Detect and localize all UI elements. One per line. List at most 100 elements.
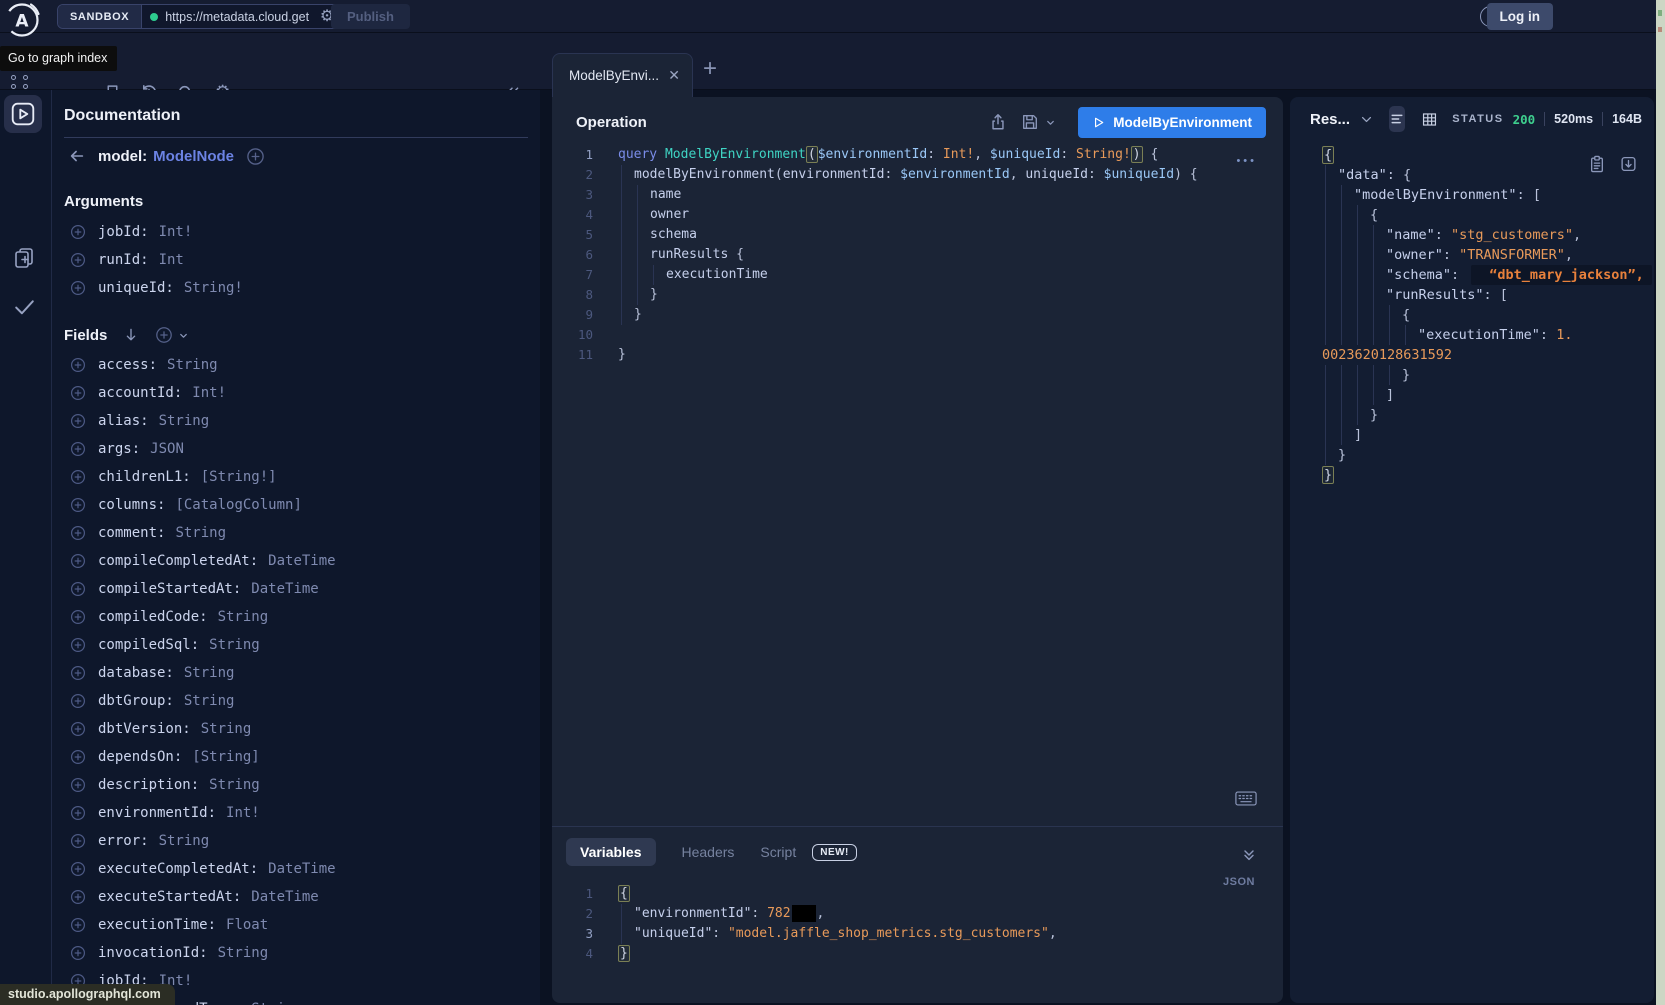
response-format-json-icon[interactable]: [1389, 106, 1405, 132]
field-name[interactable]: dbtVersion:: [98, 721, 191, 737]
field-type[interactable]: Int: [159, 252, 184, 268]
sidebar-item-checks[interactable]: [11, 293, 38, 320]
field-type[interactable]: Int!: [159, 224, 193, 240]
sidebar-item-schema[interactable]: [11, 245, 37, 271]
field-type[interactable]: String: [251, 1001, 302, 1005]
field-type[interactable]: Int!: [226, 805, 260, 821]
code-line[interactable]: 2"environmentId": 782,: [552, 904, 1283, 924]
field-name[interactable]: dependsOn:: [98, 749, 182, 765]
field-name[interactable]: executeStartedAt:: [98, 889, 241, 905]
add-field-icon[interactable]: [246, 147, 265, 166]
code-line[interactable]: {: [1290, 145, 1654, 165]
field-type[interactable]: String!: [184, 280, 243, 296]
doc-field-type-link[interactable]: ModelNode: [153, 148, 234, 165]
add-to-operation-icon[interactable]: [70, 945, 86, 961]
field-name[interactable]: compileCompletedAt:: [98, 553, 258, 569]
field-type[interactable]: String: [167, 357, 218, 373]
code-line[interactable]: ]: [1290, 385, 1654, 405]
field-name[interactable]: invocationId:: [98, 945, 208, 961]
run-operation-button[interactable]: ModelByEnvironment: [1078, 107, 1266, 138]
code-line[interactable]: 0023620128631592: [1290, 345, 1654, 365]
field-name[interactable]: runId:: [98, 252, 149, 268]
code-line[interactable]: "schema": “dbt_mary_jackson”,: [1290, 265, 1654, 285]
field-type[interactable]: DateTime: [268, 553, 335, 569]
code-line[interactable]: 5schema: [552, 225, 1283, 245]
add-to-operation-icon[interactable]: [70, 581, 86, 597]
add-to-operation-icon[interactable]: [70, 889, 86, 905]
field-type[interactable]: [String]: [192, 749, 259, 765]
add-to-operation-icon[interactable]: [70, 693, 86, 709]
field-name[interactable]: description:: [98, 777, 199, 793]
field-name[interactable]: childrenL1:: [98, 469, 191, 485]
add-to-operation-icon[interactable]: [70, 413, 86, 429]
graph-index-icon[interactable]: [11, 75, 31, 89]
code-line[interactable]: 11}: [552, 345, 1283, 365]
add-to-operation-icon[interactable]: [70, 280, 86, 296]
code-line[interactable]: }: [1290, 405, 1654, 425]
code-line[interactable]: 3name: [552, 185, 1283, 205]
add-all-fields-icon[interactable]: [155, 326, 189, 344]
code-line[interactable]: 7executionTime: [552, 265, 1283, 285]
code-line[interactable]: 1{: [552, 884, 1283, 904]
add-to-operation-icon[interactable]: [70, 224, 86, 240]
field-type[interactable]: String: [201, 721, 252, 737]
code-line[interactable]: {: [1290, 205, 1654, 225]
field-type[interactable]: [String!]: [201, 469, 277, 485]
add-to-operation-icon[interactable]: [70, 385, 86, 401]
code-line[interactable]: 10: [552, 325, 1283, 345]
field-type[interactable]: String: [218, 609, 269, 625]
field-type[interactable]: String: [159, 413, 210, 429]
response-json-viewer[interactable]: {"data": {"modelByEnvironment": [{"name"…: [1290, 145, 1654, 485]
response-dropdown-chevron-icon[interactable]: [1360, 113, 1373, 126]
publish-button[interactable]: Publish: [331, 4, 410, 29]
code-line[interactable]: 3"uniqueId": "model.jaffle_shop_metrics.…: [552, 924, 1283, 944]
field-type[interactable]: JSON: [150, 441, 184, 457]
add-to-operation-icon[interactable]: [70, 665, 86, 681]
sandbox-chip[interactable]: SANDBOX: [58, 5, 142, 28]
code-line[interactable]: "runResults": [: [1290, 285, 1654, 305]
add-to-operation-icon[interactable]: [70, 609, 86, 625]
collapse-variables-icon[interactable]: [1241, 847, 1257, 863]
tab-close-icon[interactable]: ✕: [668, 67, 680, 84]
field-type[interactable]: String: [159, 833, 210, 849]
add-to-operation-icon[interactable]: [70, 861, 86, 877]
field-name[interactable]: executionTime:: [98, 917, 216, 933]
tab-modelbyenvironment[interactable]: ModelByEnvi... ✕: [552, 53, 693, 97]
keyboard-shortcuts-icon[interactable]: [1235, 791, 1257, 806]
new-tab-button[interactable]: +: [703, 55, 717, 83]
field-name[interactable]: compiledSql:: [98, 637, 199, 653]
tab-script[interactable]: Script: [760, 844, 796, 860]
code-line[interactable]: }: [1290, 445, 1654, 465]
code-line[interactable]: }: [1290, 465, 1654, 485]
add-to-operation-icon[interactable]: [70, 749, 86, 765]
variables-editor[interactable]: 1{2"environmentId": 782,3"uniqueId": "mo…: [552, 884, 1283, 964]
share-operation-icon[interactable]: [989, 113, 1007, 131]
code-line[interactable]: {: [1290, 305, 1654, 325]
add-to-operation-icon[interactable]: [70, 357, 86, 373]
field-type[interactable]: String: [175, 525, 226, 541]
field-name[interactable]: database:: [98, 665, 174, 681]
code-line[interactable]: 4}: [552, 944, 1283, 964]
field-name[interactable]: args:: [98, 441, 140, 457]
field-name[interactable]: accountId:: [98, 385, 182, 401]
response-format-table-icon[interactable]: [1421, 106, 1438, 132]
save-operation-icon[interactable]: [1021, 113, 1056, 131]
field-type[interactable]: String: [184, 665, 235, 681]
code-line[interactable]: "owner": "TRANSFORMER",: [1290, 245, 1654, 265]
code-line[interactable]: 1query ModelByEnvironment($environmentId…: [552, 145, 1283, 165]
code-line[interactable]: "name": "stg_customers",: [1290, 225, 1654, 245]
field-name[interactable]: environmentId:: [98, 805, 216, 821]
code-line[interactable]: "executionTime": 1.: [1290, 325, 1654, 345]
field-type[interactable]: DateTime: [251, 581, 318, 597]
field-type[interactable]: [CatalogColumn]: [175, 497, 301, 513]
endpoint-url-field[interactable]: https://metadata.cloud.get ⚙: [142, 5, 342, 28]
field-name[interactable]: compiledCode:: [98, 609, 208, 625]
field-name[interactable]: compileStartedAt:: [98, 581, 241, 597]
code-line[interactable]: ]: [1290, 425, 1654, 445]
code-line[interactable]: }: [1290, 365, 1654, 385]
code-line[interactable]: 6runResults {: [552, 245, 1283, 265]
field-name[interactable]: alias:: [98, 413, 149, 429]
code-line[interactable]: 9}: [552, 305, 1283, 325]
field-name[interactable]: executeCompletedAt:: [98, 861, 258, 877]
field-name[interactable]: error:: [98, 833, 149, 849]
